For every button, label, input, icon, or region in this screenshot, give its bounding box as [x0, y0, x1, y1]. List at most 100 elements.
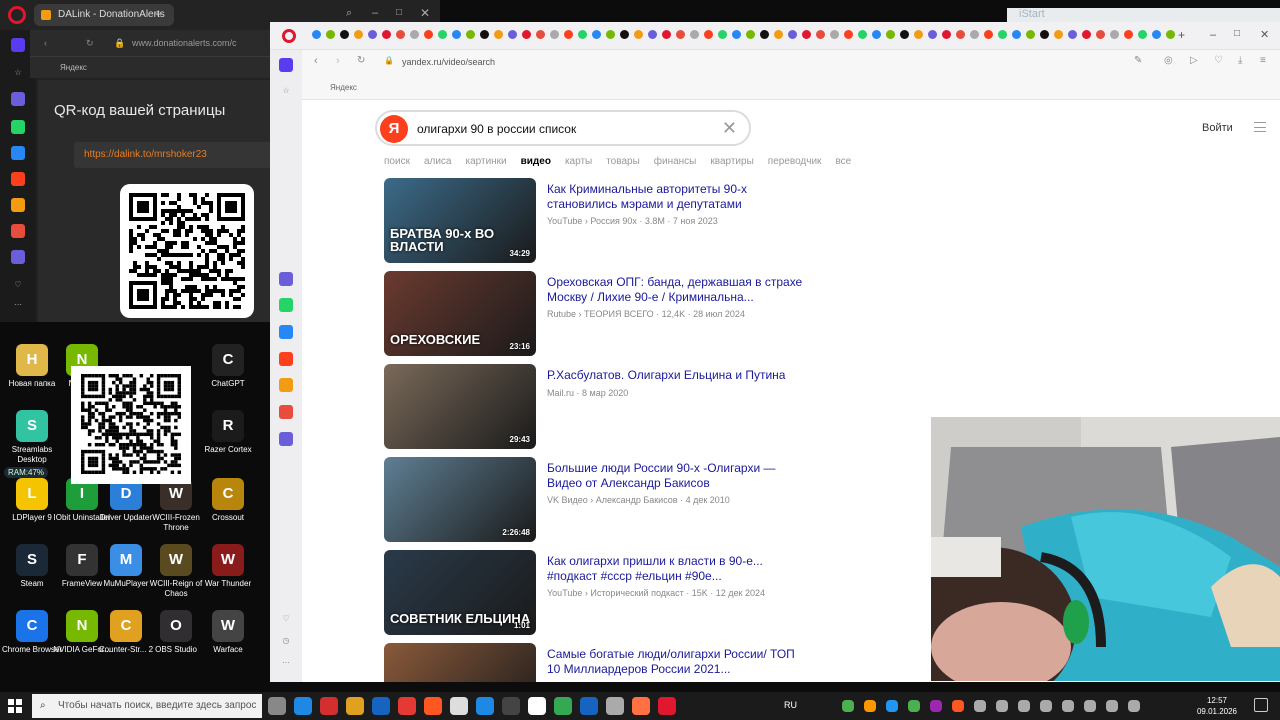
- video-title-link[interactable]: Ореховская ОПГ: банда, державшая в страх…: [547, 275, 807, 305]
- edit-icon[interactable]: ✎: [1134, 55, 1142, 66]
- video-title-link[interactable]: Как Криминальные авторитеты 90-х станови…: [547, 182, 807, 212]
- video-result[interactable]: 2:26:48 Большие люди России 90-х -Олигарх…: [384, 457, 804, 545]
- video-title-link[interactable]: Самые богатые люди/олигархи России/ ТОП …: [547, 647, 807, 677]
- tray-icon[interactable]: [1018, 700, 1030, 712]
- language-indicator[interactable]: RU: [784, 700, 797, 710]
- close-icon[interactable]: ✕: [1260, 28, 1269, 41]
- video-thumbnail[interactable]: [384, 643, 536, 682]
- video-thumbnail[interactable]: 29:43: [384, 364, 536, 449]
- qr-link-field[interactable]: https://dalink.to/mrshoker23: [74, 142, 284, 168]
- tab-favicon-icon[interactable]: [970, 30, 979, 39]
- hamburger-menu-icon[interactable]: [1254, 122, 1266, 132]
- tab-favicon-icon[interactable]: [732, 30, 741, 39]
- tray-icon[interactable]: [996, 700, 1008, 712]
- video-result[interactable]: 29:43 Р.Хасбулатов. Олигархи Ельцина и Пу…: [384, 364, 804, 452]
- opera-icon[interactable]: [658, 697, 676, 715]
- tab-favicon-icon[interactable]: [956, 30, 965, 39]
- nav-tab[interactable]: квартиры: [710, 156, 753, 167]
- clock[interactable]: 12:57 09.01.2026: [1192, 695, 1242, 717]
- bookmark-yandex[interactable]: Яндекс: [60, 63, 87, 72]
- whatsapp-icon[interactable]: [279, 298, 293, 312]
- clear-search-icon[interactable]: ✕: [722, 118, 737, 138]
- video-thumbnail[interactable]: СОВЕТНИК ЕЛЬЦИНА 1:01: [384, 550, 536, 635]
- login-link[interactable]: Войти: [1202, 122, 1233, 134]
- tab-favicon-icon[interactable]: [634, 30, 643, 39]
- nav-tab[interactable]: финансы: [654, 156, 697, 167]
- sidebar-app-icon[interactable]: [279, 272, 293, 286]
- windows-start-icon[interactable]: [8, 699, 22, 713]
- netflix-icon[interactable]: [320, 697, 338, 715]
- tab-favicon-icon[interactable]: [368, 30, 377, 39]
- word-icon[interactable]: [476, 697, 494, 715]
- tab-favicon-icon[interactable]: [480, 30, 489, 39]
- app-icon[interactable]: [580, 697, 598, 715]
- tab-favicon-icon[interactable]: [928, 30, 937, 39]
- video-result[interactable]: ОРЕХОВСКИЕ 23:16 Ореховская ОПГ: банда, де…: [384, 271, 804, 359]
- tab-favicon-icon[interactable]: [466, 30, 475, 39]
- tab-favicon-icon[interactable]: [1124, 30, 1133, 39]
- tab-favicon-icon[interactable]: [676, 30, 685, 39]
- video-result[interactable]: БРАТВА 90-х ВО ВЛАСТИ 34:29 Как Криминальн…: [384, 178, 804, 266]
- desktop-icon[interactable]: C ChatGPT: [198, 344, 258, 389]
- nav-tab[interactable]: поиск: [384, 156, 410, 167]
- tab-favicon-icon[interactable]: [746, 30, 755, 39]
- amazon-icon[interactable]: [450, 697, 468, 715]
- tab-favicon-icon[interactable]: [1138, 30, 1147, 39]
- back-icon[interactable]: ‹: [314, 55, 318, 67]
- sidebar-app-icon[interactable]: [279, 378, 293, 392]
- address-bar[interactable]: ‹ › ↻ 🔒 yandex.ru/video/search ✎ ◎ ▷ ♡ ⤓…: [302, 50, 1280, 76]
- tab-favicon-icon[interactable]: [564, 30, 573, 39]
- tab-favicon-icon[interactable]: [606, 30, 615, 39]
- aria-icon[interactable]: [11, 38, 25, 52]
- tray-icon[interactable]: [1040, 700, 1052, 712]
- tab-favicon-icon[interactable]: [844, 30, 853, 39]
- nav-tab[interactable]: видео: [521, 156, 551, 167]
- tab-favicon-icon[interactable]: [382, 30, 391, 39]
- snapshot-icon[interactable]: ◎: [1164, 55, 1173, 66]
- search-input[interactable]: олигархи 90 в россии список: [417, 122, 576, 136]
- sidebar-app-icon[interactable]: [279, 432, 293, 446]
- sidebar-app-icon[interactable]: [11, 92, 25, 106]
- video-title-link[interactable]: Р.Хасбулатов. Олигархи Ельцина и Путина: [547, 368, 807, 383]
- yandex-logo-icon[interactable]: Я: [380, 115, 408, 143]
- tray-icon[interactable]: [908, 700, 920, 712]
- tab-favicon-icon[interactable]: [998, 30, 1007, 39]
- favorites-icon[interactable]: ♡: [11, 278, 25, 292]
- desktop-icon[interactable]: W WCIII-Reign of Chaos: [146, 544, 206, 599]
- aria-icon[interactable]: [279, 58, 293, 72]
- tab-favicon-icon[interactable]: [942, 30, 951, 39]
- reload-icon[interactable]: ↻: [86, 30, 94, 56]
- app-icon[interactable]: [606, 697, 624, 715]
- yandex-icon[interactable]: [11, 172, 25, 186]
- youtube-icon[interactable]: [398, 697, 416, 715]
- nav-tab[interactable]: переводчик: [768, 156, 822, 167]
- reload-icon[interactable]: ↻: [357, 55, 365, 66]
- tab-favicon-icon[interactable]: [312, 30, 321, 39]
- bookmark-yandex[interactable]: Яндекс: [330, 83, 357, 92]
- minimize-icon[interactable]: –: [372, 7, 378, 19]
- search-tabs-icon[interactable]: ⌕: [346, 7, 352, 20]
- video-thumbnail[interactable]: БРАТВА 90-х ВО ВЛАСТИ 34:29: [384, 178, 536, 263]
- forward-icon[interactable]: ›: [336, 55, 340, 67]
- maximize-icon[interactable]: □: [396, 7, 402, 18]
- edge-icon[interactable]: [294, 697, 312, 715]
- tab-favicon-icon[interactable]: [1026, 30, 1035, 39]
- explorer-icon[interactable]: [346, 697, 364, 715]
- tab-favicon-icon[interactable]: [1096, 30, 1105, 39]
- tab-favicon-icon[interactable]: [900, 30, 909, 39]
- video-thumbnail[interactable]: ОРЕХОВСКИЕ 23:16: [384, 271, 536, 356]
- tray-icon[interactable]: [886, 700, 898, 712]
- back-icon[interactable]: ‹: [44, 30, 47, 56]
- tray-icon[interactable]: [930, 700, 942, 712]
- nav-tab[interactable]: картинки: [465, 156, 506, 167]
- task-view-icon[interactable]: [268, 697, 286, 715]
- sidebar-app-icon[interactable]: [11, 224, 25, 238]
- nav-tab[interactable]: карты: [565, 156, 592, 167]
- tab-favicon-icon[interactable]: [620, 30, 629, 39]
- tab-favicon-icon[interactable]: [424, 30, 433, 39]
- sidebar-app-icon[interactable]: [11, 198, 25, 212]
- tab-favicon-icon[interactable]: [830, 30, 839, 39]
- video-title-link[interactable]: Как олигархи пришли к власти в 90-е... #…: [547, 554, 807, 584]
- tab-favicon-icon[interactable]: [760, 30, 769, 39]
- new-tab-button[interactable]: +: [155, 7, 162, 21]
